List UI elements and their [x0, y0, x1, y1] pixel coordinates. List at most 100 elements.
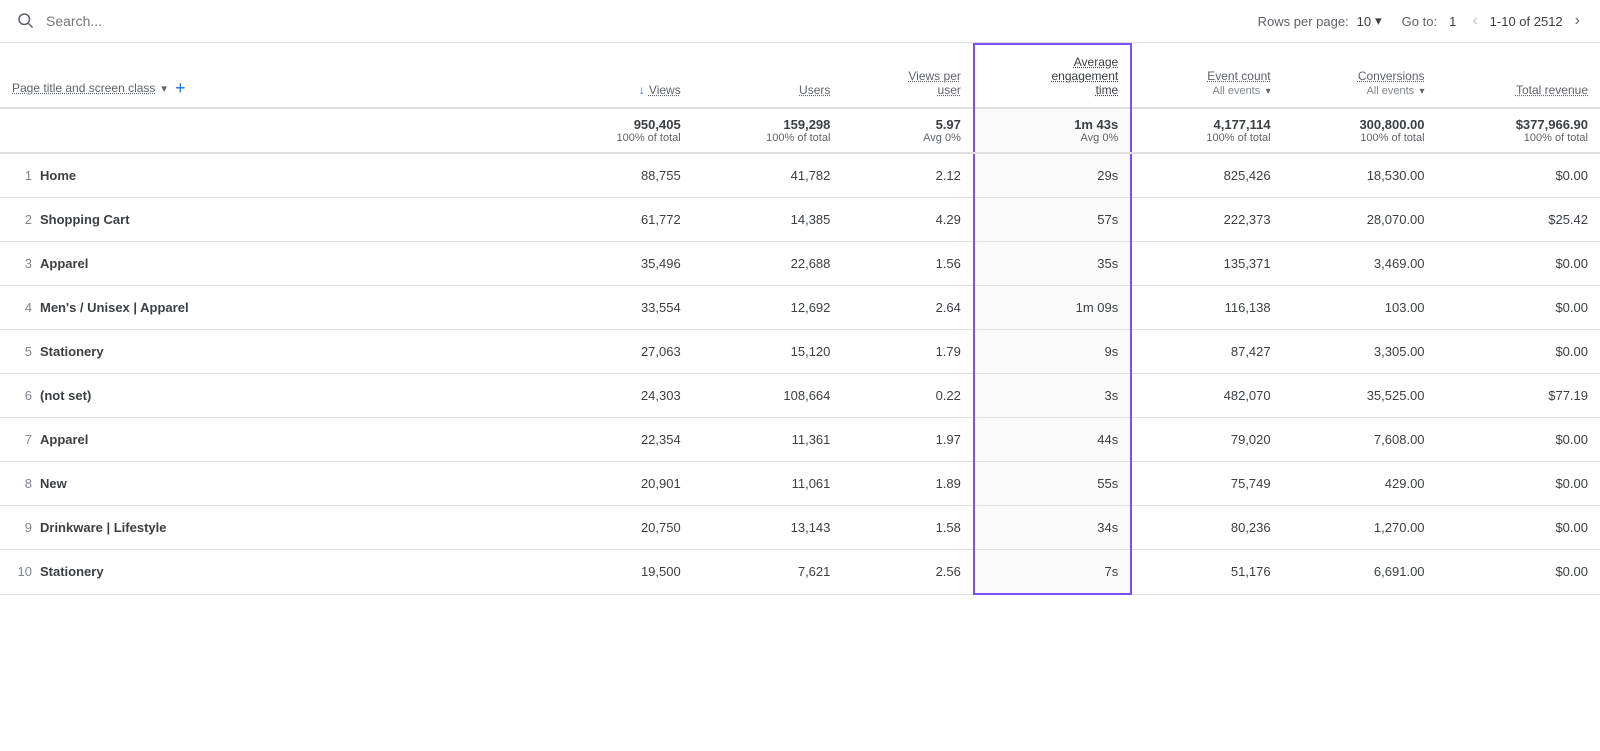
rows-per-page-select[interactable]: 10 ▾	[1357, 13, 1382, 29]
row-event-count: 825,426	[1131, 153, 1282, 198]
col-name-label: Page title and screen class	[12, 81, 155, 95]
summary-avg-engagement: 1m 43s Avg 0%	[974, 108, 1131, 153]
row-event-count: 80,236	[1131, 506, 1282, 550]
row-views: 35,496	[543, 242, 693, 286]
col-event-sub: All events	[1213, 85, 1261, 97]
summary-event-count: 4,177,114 100% of total	[1131, 108, 1282, 153]
row-conversions: 103.00	[1283, 286, 1437, 330]
row-vpu: 1.58	[842, 506, 973, 550]
row-total-revenue: $0.00	[1437, 286, 1600, 330]
row-vpu: 1.79	[842, 330, 973, 374]
row-users: 13,143	[693, 506, 843, 550]
row-views: 88,755	[543, 153, 693, 198]
search-input[interactable]	[46, 13, 1246, 29]
conversions-dropdown-icon[interactable]: ▾	[1420, 86, 1425, 97]
row-users: 15,120	[693, 330, 843, 374]
col-header-avg-engagement[interactable]: Averageengagementtime	[974, 44, 1131, 108]
row-conversions: 3,305.00	[1283, 330, 1437, 374]
row-total-revenue: $0.00	[1437, 330, 1600, 374]
prev-page-button[interactable]: ‹	[1468, 8, 1481, 34]
goto-label: Go to:	[1402, 14, 1437, 29]
data-table-wrap: Page title and screen class ▾ + ↓Views U…	[0, 43, 1600, 595]
row-name-cell: 3 Apparel	[0, 242, 543, 286]
header-row: Page title and screen class ▾ + ↓Views U…	[0, 44, 1600, 108]
row-users: 108,664	[693, 374, 843, 418]
search-icon	[16, 11, 34, 32]
add-dimension-button[interactable]: +	[173, 79, 188, 97]
row-users: 41,782	[693, 153, 843, 198]
top-bar: Rows per page: 10 ▾ Go to: 1 ‹ 1-10 of 2…	[0, 0, 1600, 43]
row-views: 19,500	[543, 550, 693, 595]
row-name-cell: 6 (not set)	[0, 374, 543, 418]
row-users: 11,061	[693, 462, 843, 506]
row-total-revenue: $0.00	[1437, 418, 1600, 462]
row-users: 14,385	[693, 198, 843, 242]
row-avg-engagement: 29s	[974, 153, 1131, 198]
col-users-label: Users	[799, 83, 830, 97]
row-views: 20,750	[543, 506, 693, 550]
col-header-event-count[interactable]: Event count All events ▾	[1131, 44, 1282, 108]
table-row: 4 Men's / Unisex | Apparel 33,554 12,692…	[0, 286, 1600, 330]
table-row: 9 Drinkware | Lifestyle 20,750 13,143 1.…	[0, 506, 1600, 550]
summary-row: 950,405 100% of total 159,298 100% of to…	[0, 108, 1600, 153]
col-header-views-per-user[interactable]: Views peruser	[842, 44, 973, 108]
row-vpu: 2.12	[842, 153, 973, 198]
table-row: 8 New 20,901 11,061 1.89 55s 75,749 429.…	[0, 462, 1600, 506]
row-avg-engagement: 55s	[974, 462, 1131, 506]
row-views: 20,901	[543, 462, 693, 506]
row-views: 61,772	[543, 198, 693, 242]
row-total-revenue: $0.00	[1437, 153, 1600, 198]
row-vpu: 2.64	[842, 286, 973, 330]
rows-per-page-value: 10	[1357, 14, 1371, 29]
col-vpu-label: Views peruser	[908, 69, 960, 97]
col-header-total-revenue[interactable]: Total revenue	[1437, 44, 1600, 108]
summary-conversions: 300,800.00 100% of total	[1283, 108, 1437, 153]
col-header-name[interactable]: Page title and screen class ▾ +	[0, 44, 543, 108]
row-total-revenue: $25.42	[1437, 198, 1600, 242]
summary-users: 159,298 100% of total	[693, 108, 843, 153]
row-views: 22,354	[543, 418, 693, 462]
row-avg-engagement: 34s	[974, 506, 1131, 550]
row-avg-engagement: 44s	[974, 418, 1131, 462]
event-count-dropdown-icon[interactable]: ▾	[1266, 86, 1271, 97]
row-name-cell: 10 Stationery	[0, 550, 543, 595]
col-header-views[interactable]: ↓Views	[543, 44, 693, 108]
summary-vpu: 5.97 Avg 0%	[842, 108, 973, 153]
row-conversions: 18,530.00	[1283, 153, 1437, 198]
row-users: 11,361	[693, 418, 843, 462]
table-body: 1 Home 88,755 41,782 2.12 29s 825,426 18…	[0, 153, 1600, 594]
table-row: 5 Stationery 27,063 15,120 1.79 9s 87,42…	[0, 330, 1600, 374]
table-row: 1 Home 88,755 41,782 2.12 29s 825,426 18…	[0, 153, 1600, 198]
row-name-cell: 7 Apparel	[0, 418, 543, 462]
row-total-revenue: $0.00	[1437, 462, 1600, 506]
goto-value: 1	[1449, 14, 1456, 29]
row-avg-engagement: 7s	[974, 550, 1131, 595]
row-conversions: 3,469.00	[1283, 242, 1437, 286]
row-conversions: 7,608.00	[1283, 418, 1437, 462]
row-event-count: 51,176	[1131, 550, 1282, 595]
col-views-label: Views	[649, 83, 681, 97]
col-conv-label: Conversions	[1358, 69, 1425, 83]
col-name-dropdown[interactable]: ▾	[161, 82, 167, 95]
row-event-count: 75,749	[1131, 462, 1282, 506]
row-avg-engagement: 1m 09s	[974, 286, 1131, 330]
col-header-conversions[interactable]: Conversions All events ▾	[1283, 44, 1437, 108]
row-conversions: 28,070.00	[1283, 198, 1437, 242]
table-row: 10 Stationery 19,500 7,621 2.56 7s 51,17…	[0, 550, 1600, 595]
row-vpu: 4.29	[842, 198, 973, 242]
row-users: 7,621	[693, 550, 843, 595]
next-page-button[interactable]: ›	[1571, 8, 1584, 34]
summary-name-cell	[0, 108, 543, 153]
row-avg-engagement: 35s	[974, 242, 1131, 286]
pagination-area: Rows per page: 10 ▾ Go to: 1 ‹ 1-10 of 2…	[1258, 8, 1584, 34]
summary-views: 950,405 100% of total	[543, 108, 693, 153]
row-vpu: 1.56	[842, 242, 973, 286]
row-name-cell: 4 Men's / Unisex | Apparel	[0, 286, 543, 330]
col-event-label: Event count	[1207, 69, 1270, 83]
col-header-users[interactable]: Users	[693, 44, 843, 108]
row-event-count: 79,020	[1131, 418, 1282, 462]
row-conversions: 1,270.00	[1283, 506, 1437, 550]
row-event-count: 222,373	[1131, 198, 1282, 242]
row-event-count: 482,070	[1131, 374, 1282, 418]
row-users: 22,688	[693, 242, 843, 286]
